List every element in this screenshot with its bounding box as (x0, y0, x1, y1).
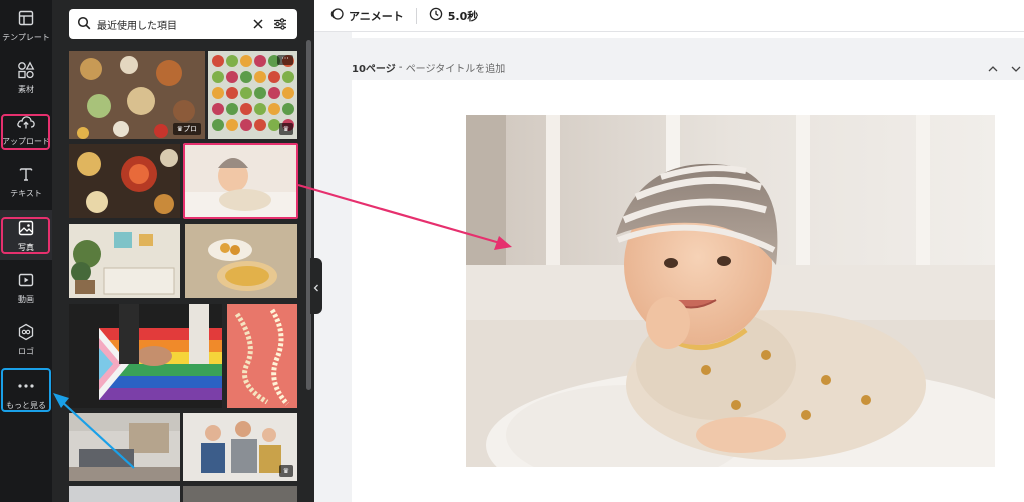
logo-icon (15, 321, 37, 343)
clear-search-icon[interactable] (249, 15, 267, 33)
photo-thumbnail-breakfast[interactable] (69, 144, 180, 218)
text-icon (15, 163, 37, 185)
move-page-down-button[interactable] (1008, 58, 1024, 74)
crown-icon: ♛ (282, 125, 289, 133)
video-icon (15, 269, 37, 291)
search-bar (69, 9, 297, 39)
upload-highlight (1, 114, 50, 150)
chevron-down-icon (1011, 57, 1021, 76)
sidebar-item-logos[interactable]: ロゴ (0, 314, 52, 364)
pro-badge: ♛ プロ (172, 123, 201, 135)
sidebar-item-label: テンプレート (2, 33, 50, 42)
duration-button[interactable]: 5.0秒 (423, 0, 485, 32)
sidebar-item-elements[interactable]: 素材 (0, 52, 52, 102)
photos-highlight (1, 217, 50, 254)
animate-label: アニメート (349, 9, 404, 23)
shapes-icon (15, 59, 37, 81)
page-title-separator: - (395, 61, 406, 73)
photo-thumbnail-beaded-letters[interactable] (227, 304, 297, 408)
editor-toolbar: アニメート 5.0秒 (314, 0, 1024, 32)
panel-scrollbar[interactable] (306, 40, 311, 390)
photo-thumbnail-food-table[interactable]: ♛ プロ (69, 51, 205, 139)
layout-icon (15, 7, 37, 29)
photo-thumbnail-pride-flag[interactable] (69, 304, 222, 408)
page-title-input[interactable]: ページタイトルを追加 (406, 60, 506, 75)
sidebar-item-label: 素材 (18, 85, 34, 94)
sidebar-item-text[interactable]: テキスト (0, 156, 52, 206)
photo-thumbnail-partial[interactable] (183, 486, 297, 502)
object-panel: ♛プロ ··· ♛ (52, 0, 314, 502)
crown-icon: ♛ (282, 467, 289, 475)
selected-photo-highlight (183, 143, 298, 219)
sidebar-item-templates[interactable]: テンプレート (0, 0, 52, 50)
search-input[interactable] (97, 18, 245, 30)
sidebar-item-label: ロゴ (18, 347, 34, 356)
search-icon (77, 15, 91, 34)
photo-thumbnail-living-room[interactable] (69, 413, 180, 481)
sidebar-item-videos[interactable]: 動画 (0, 262, 52, 312)
page-number: 10ページ (352, 63, 396, 75)
previous-page-edge (352, 32, 1024, 38)
photo-thumbnail-cupcakes[interactable]: ··· ♛ (208, 51, 297, 139)
more-highlight (1, 368, 51, 412)
toolbar-divider (415, 7, 417, 24)
sidebar-item-label: 動画 (18, 295, 34, 304)
more-options-icon[interactable]: ··· (277, 55, 293, 65)
canvas-photo-baby[interactable] (466, 115, 995, 467)
photo-thumbnail-snacks[interactable] (185, 224, 297, 298)
duration-label: 5.0秒 (447, 9, 479, 23)
photo-thumbnail-family[interactable]: ♛ (183, 413, 297, 481)
animate-button[interactable]: アニメート (324, 0, 410, 32)
chevron-up-icon (988, 57, 998, 76)
animate-icon (330, 7, 344, 24)
chevron-left-icon (313, 277, 319, 296)
sidebar-item-label: テキスト (10, 189, 42, 198)
photo-thumbnail-interior-plants[interactable] (69, 224, 180, 298)
clock-icon (429, 7, 443, 24)
page-header: 10ページ - ページタイトルを追加 (352, 58, 1024, 76)
filter-icon[interactable] (271, 15, 289, 33)
collapse-panel-handle[interactable] (310, 258, 322, 314)
photo-thumbnail-partial[interactable] (69, 486, 180, 502)
pro-badge-label: プロ (183, 125, 197, 133)
pro-badge: ♛ (278, 123, 293, 135)
move-page-up-button[interactable] (985, 58, 1001, 74)
pro-badge: ♛ (278, 465, 293, 477)
